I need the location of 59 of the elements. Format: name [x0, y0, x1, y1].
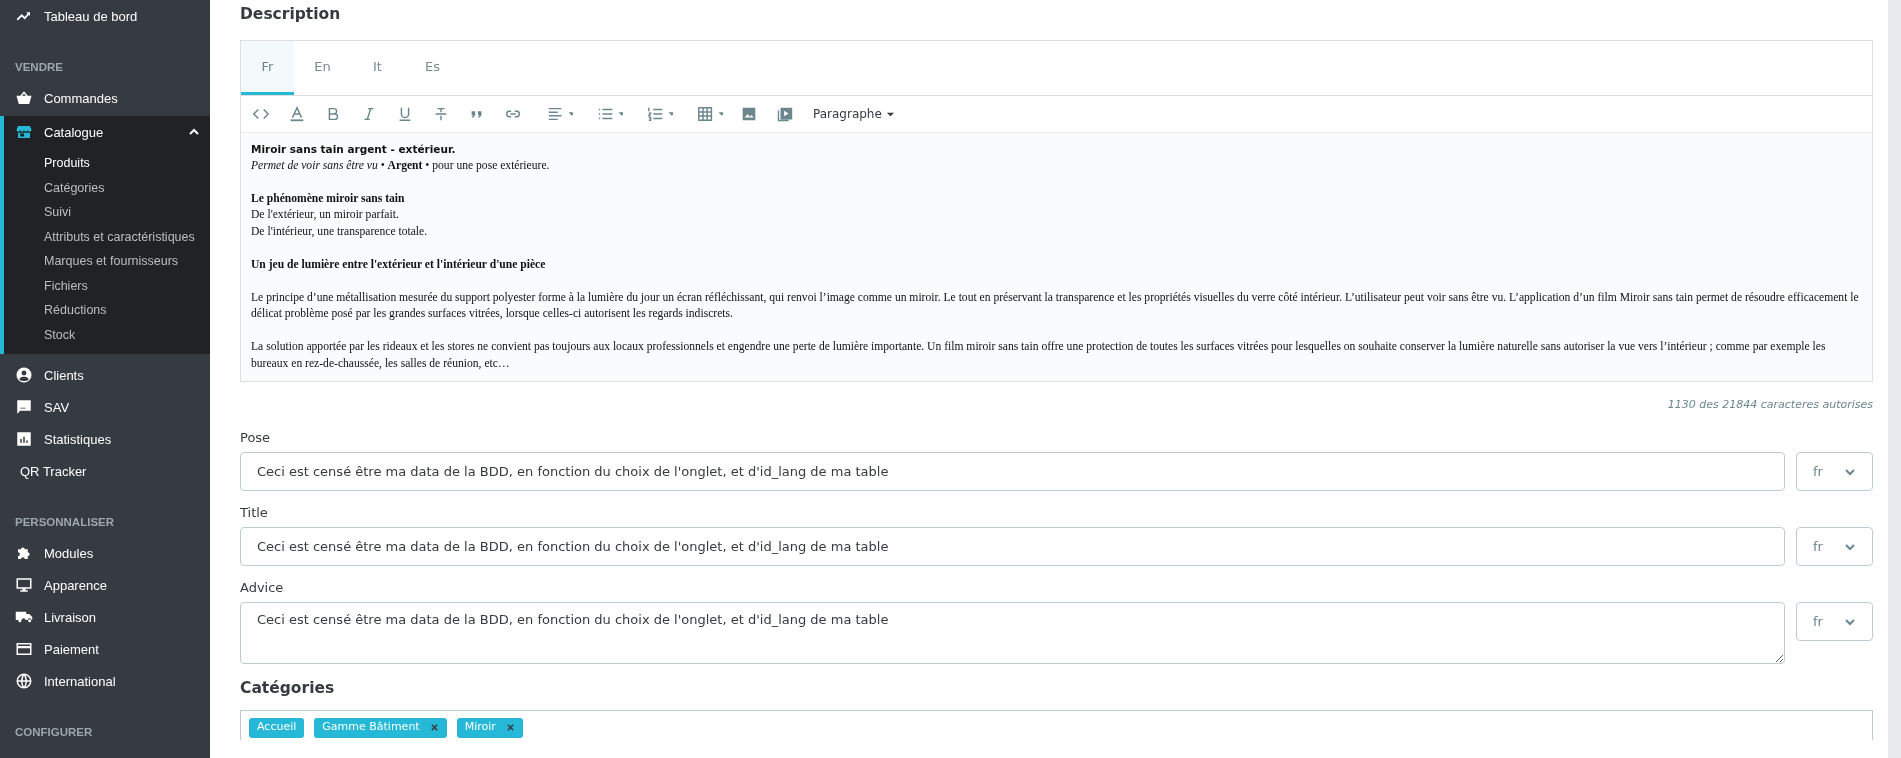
text-area[interactable]: Ceci est censé être ma data de la BDD, en fonction du choix de l'onglet, et d'id_lang de ma table — [240, 602, 1785, 664]
card-icon — [15, 640, 33, 658]
monitor-icon — [15, 576, 33, 594]
category-tag: Accueil — [249, 718, 305, 738]
language-select[interactable]: fr — [1796, 527, 1873, 566]
menu-item[interactable]: Catalogue — [44, 124, 104, 140]
submenu-item[interactable]: Attributs et caractéristiques — [44, 224, 195, 249]
basket-icon — [15, 89, 33, 107]
submenu-item[interactable]: Marques et fournisseurs — [44, 249, 179, 274]
submenu-item[interactable]: Réductions — [44, 298, 107, 323]
category-tag: Gamme Bâtiment — [314, 718, 447, 738]
paragraph-text: De l'intérieur, une transparence totale. — [251, 223, 429, 240]
menu-item[interactable]: International — [44, 673, 116, 689]
menu-item[interactable]: QR Tracker — [20, 463, 87, 479]
section-title: Description — [240, 4, 342, 25]
chat-icon — [15, 398, 33, 416]
submenu-item[interactable]: Suivi — [44, 200, 72, 225]
section-heading: PERSONNALISER — [14, 515, 116, 530]
paragraph-heading: Un jeu de lumière entre l'extérieur et l'intérieur d'une pièce — [251, 256, 547, 273]
paragraph-text: La solution apportée par les rideaux et les stores ne convient pas toujours aux locaux professionnels et engendre une perte de lumière importante. Un film miroir sans tain offre une protection de toutes les surfaces vitrées pour lesquelles on souhaite conserver la lumière naturelle sans autoriser la vue vers l’intérieur ; comme par exemple les bureaux en rez-de-chaussée, les salles de réunion, etc… — [251, 339, 1827, 372]
language-select[interactable]: fr — [1796, 602, 1873, 641]
paragraph-text: Permet de voir sans être vu • Argent • pour une pose extérieure. — [251, 157, 551, 174]
submenu-item[interactable]: Produits — [44, 151, 90, 176]
section-title: Catégories — [240, 678, 336, 699]
menu-item[interactable]: SAV — [44, 399, 70, 415]
format-dropdown[interactable]: Paragraphe — [809, 107, 899, 121]
character-counter: 1130 des 21844 caracteres autorises — [1666, 398, 1873, 413]
menu-item[interactable]: Clients — [44, 367, 84, 383]
language-tab[interactable]: Fr — [241, 41, 294, 95]
section-heading: CONFIGURER — [14, 725, 94, 740]
field-label: Advice — [240, 579, 285, 597]
menu-item[interactable]: Commandes — [44, 90, 118, 106]
close-icon[interactable] — [429, 723, 439, 732]
paragraph-text: De l'extérieur, un miroir parfait. — [251, 207, 400, 223]
field-label: Title — [240, 504, 269, 522]
section-heading: VENDRE — [14, 60, 64, 75]
menu-item[interactable]: Paiement — [44, 641, 99, 657]
product-title: Miroir sans tain argent - extérieur. — [251, 142, 457, 157]
globe-icon — [15, 672, 33, 690]
submenu-item[interactable]: Catégories — [44, 175, 105, 200]
submenu-item[interactable]: Stock — [44, 322, 76, 347]
language-select[interactable]: fr — [1796, 452, 1873, 491]
menu-item[interactable]: Tableau de bord — [44, 8, 138, 24]
input-field[interactable]: Ceci est censé être ma data de la BDD, en fonction du choix de l'onglet, et d'id_lang de ma table — [240, 527, 1785, 566]
editor-content[interactable] — [241, 133, 1872, 381]
field-label: Pose — [240, 429, 272, 447]
menu-item[interactable]: Statistiques — [44, 431, 112, 447]
paragraph-heading: Le phénomène miroir sans tain — [251, 190, 406, 207]
menu-item[interactable]: Livraison — [44, 609, 97, 625]
person-icon — [15, 366, 33, 384]
input-field[interactable]: Ceci est censé être ma data de la BDD, en fonction du choix de l'onglet, et d'id_lang de ma table — [240, 452, 1785, 491]
submenu-item[interactable]: Fichiers — [44, 273, 88, 298]
chart-icon — [15, 430, 33, 448]
menu-item[interactable]: Modules — [44, 545, 94, 561]
category-tag: Miroir — [456, 718, 523, 738]
store-icon — [15, 123, 33, 141]
paragraph-text: Le principe d’une métallisation mesurée du support polyester forme à la lumière du jour un écran réfléchissant, qui renvoi l’image comme un miroir. Le tout en préservant la transparence et les propriétés visuelles du verre côté intérieur. L’utilisateur peut voir sans être vu. L’application d’un film Miroir sans tain permet de résoudre efficacement le délicat problème posé par les grandes surfaces vitrées, lorsque celles-ci autorisent les regards indiscrets. — [251, 289, 1860, 322]
menu-item[interactable]: Apparence — [44, 577, 107, 593]
close-icon[interactable] — [505, 723, 515, 732]
